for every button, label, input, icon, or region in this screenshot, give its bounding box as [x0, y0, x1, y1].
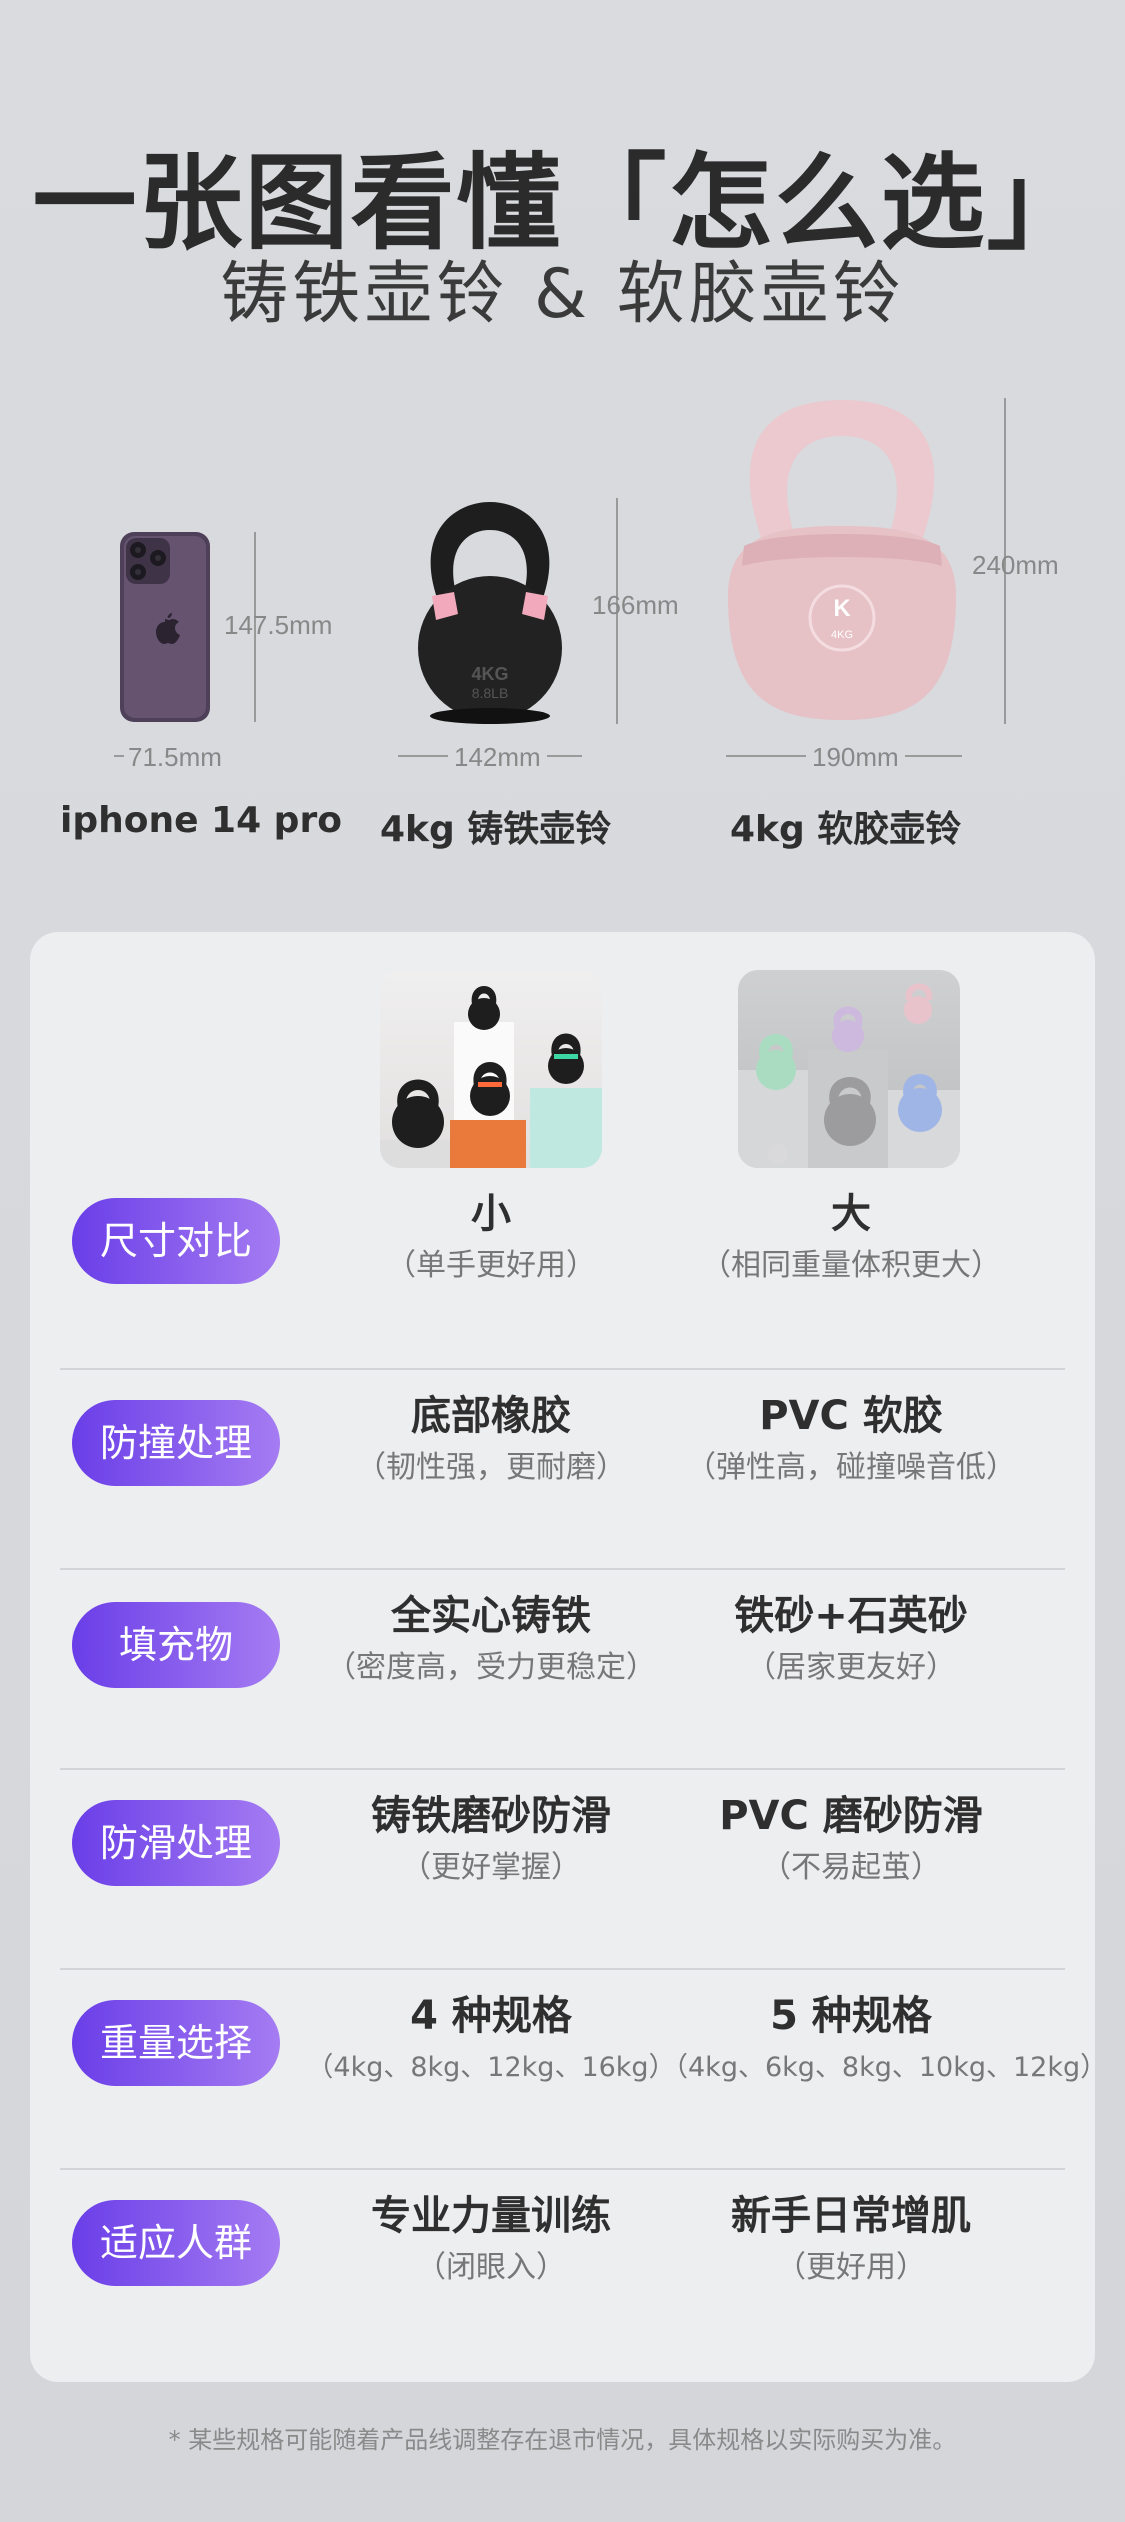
row-label-pill: 填充物	[72, 1602, 280, 1688]
cell-main-text: 铸铁磨砂防滑	[371, 1793, 611, 1839]
cell-main-text: PVC 软胶	[759, 1393, 943, 1439]
cell-sub-text: （更好掌握）	[401, 1850, 581, 1885]
soft-cell: 大 （相同重量体积更大）	[661, 1186, 1041, 1290]
soft-width-label: 190mm	[806, 742, 905, 773]
svg-text:8.8LB: 8.8LB	[472, 685, 509, 701]
cast-width-label: 142mm	[448, 742, 547, 773]
cell-main-text: PVC 磨砂防滑	[719, 1793, 983, 1839]
soft-cell: 铁砂+石英砂 （居家更友好）	[661, 1588, 1041, 1692]
comparison-row-weights: 重量选择 4 种规格 （4kg、8kg、12kg、16kg） 5 种规格 （4k…	[30, 1988, 1108, 2188]
cast-iron-cell: 底部橡胶 （韧性强，更耐磨）	[301, 1388, 681, 1492]
cell-main-text: 全实心铸铁	[391, 1593, 591, 1639]
row-divider	[60, 1368, 1065, 1370]
iphone-image	[120, 532, 210, 722]
soft-cell: PVC 软胶 （弹性高，碰撞噪音低）	[661, 1388, 1041, 1492]
cell-sub-text: （4kg、8kg、12kg、16kg）	[306, 2052, 676, 2083]
cast-iron-cell: 4 种规格 （4kg、8kg、12kg、16kg）	[301, 1988, 681, 2092]
cell-main-text: 小	[471, 1191, 511, 1237]
soft-height-label: 240mm	[972, 550, 1059, 580]
row-label-pill: 防滑处理	[72, 1800, 280, 1886]
page-subtitle: 铸铁壶铃 & 软胶壶铃	[220, 255, 905, 334]
cell-sub-text: （不易起茧）	[761, 1850, 941, 1885]
cast-kettlebell-name: 4kg 铸铁壶铃	[380, 809, 612, 850]
cast-iron-cell: 专业力量训练 （闭眼入）	[301, 2188, 681, 2292]
cell-main-text: 大	[831, 1191, 871, 1237]
row-label-pill: 适应人群	[72, 2200, 280, 2286]
soft-cell: PVC 磨砂防滑 （不易起茧）	[661, 1788, 1041, 1892]
cell-main-text: 铁砂+石英砂	[734, 1593, 968, 1639]
svg-text:4KG: 4KG	[471, 664, 508, 684]
row-divider	[60, 2168, 1065, 2170]
soft-cell: 5 种规格 （4kg、6kg、8kg、10kg、12kg）	[661, 1988, 1108, 2092]
row-divider	[60, 1568, 1065, 1570]
row-label-pill: 防撞处理	[72, 1400, 280, 1486]
cast-iron-cell: 全实心铸铁 （密度高，受力更稳定）	[301, 1588, 681, 1692]
cell-sub-text: （密度高，受力更稳定）	[326, 1650, 656, 1685]
cast-iron-kettlebell-image: 4KG 8.8LB	[418, 502, 562, 724]
cell-main-text: 5 种规格	[770, 1993, 932, 2039]
cell-main-text: 底部橡胶	[411, 1393, 571, 1439]
soft-kettlebell-name: 4kg 软胶壶铃	[730, 809, 962, 850]
cell-sub-text: （闭眼入）	[416, 2250, 566, 2285]
iphone-name: iphone 14 pro	[60, 800, 342, 841]
comparison-row-filling: 填充物 全实心铸铁 （密度高，受力更稳定） 铁砂+石英砂 （居家更友好）	[30, 1588, 1095, 1788]
soft-kettlebell-image: K 4KG	[728, 400, 956, 720]
row-divider	[60, 1768, 1065, 1770]
footnote: * 某些规格可能随着产品线调整存在退市情况，具体规格以实际购买为准。	[168, 2426, 957, 2454]
comparison-row-audience: 适应人群 专业力量训练 （闭眼入） 新手日常增肌 （更好用）	[30, 2188, 1095, 2388]
cast-height-label: 166mm	[592, 590, 679, 620]
cell-main-text: 4 种规格	[410, 1993, 572, 2039]
svg-text:K: K	[833, 595, 851, 622]
cell-sub-text: （单手更好用）	[386, 1248, 596, 1283]
row-label-pill: 重量选择	[72, 2000, 280, 2086]
iphone-height-label: 147.5mm	[224, 610, 333, 640]
cell-sub-text: （韧性强，更耐磨）	[356, 1450, 626, 1485]
cast-iron-cell: 小 （单手更好用）	[301, 1186, 681, 1290]
row-label-pill: 尺寸对比	[72, 1198, 280, 1284]
row-divider	[60, 1968, 1065, 1970]
cell-sub-text: （弹性高，碰撞噪音低）	[686, 1450, 1016, 1485]
cell-sub-text: （4kg、6kg、8kg、10kg、12kg）	[661, 2052, 1108, 2083]
cell-sub-text: （更好用）	[776, 2250, 926, 2285]
cell-main-text: 专业力量训练	[371, 2193, 611, 2239]
cell-main-text: 新手日常增肌	[731, 2193, 971, 2239]
svg-text:4KG: 4KG	[831, 629, 853, 641]
soft-kettlebell-photo	[738, 970, 960, 1168]
comparison-row-impact: 防撞处理 底部橡胶 （韧性强，更耐磨） PVC 软胶 （弹性高，碰撞噪音低）	[30, 1388, 1095, 1588]
comparison-row-antislip: 防滑处理 铸铁磨砂防滑 （更好掌握） PVC 磨砂防滑 （不易起茧）	[30, 1788, 1095, 1988]
iphone-width-label: 71.5mm	[124, 742, 226, 773]
cast-iron-photo	[380, 970, 602, 1168]
cell-sub-text: （居家更友好）	[746, 1650, 956, 1685]
comparison-card: 尺寸对比 小 （单手更好用） 大 （相同重量体积更大） 防撞处理 底部橡胶 （韧…	[30, 932, 1108, 2382]
cell-sub-text: （相同重量体积更大）	[701, 1248, 1001, 1283]
cast-iron-cell: 铸铁磨砂防滑 （更好掌握）	[301, 1788, 681, 1892]
soft-cell: 新手日常增肌 （更好用）	[661, 2188, 1041, 2292]
